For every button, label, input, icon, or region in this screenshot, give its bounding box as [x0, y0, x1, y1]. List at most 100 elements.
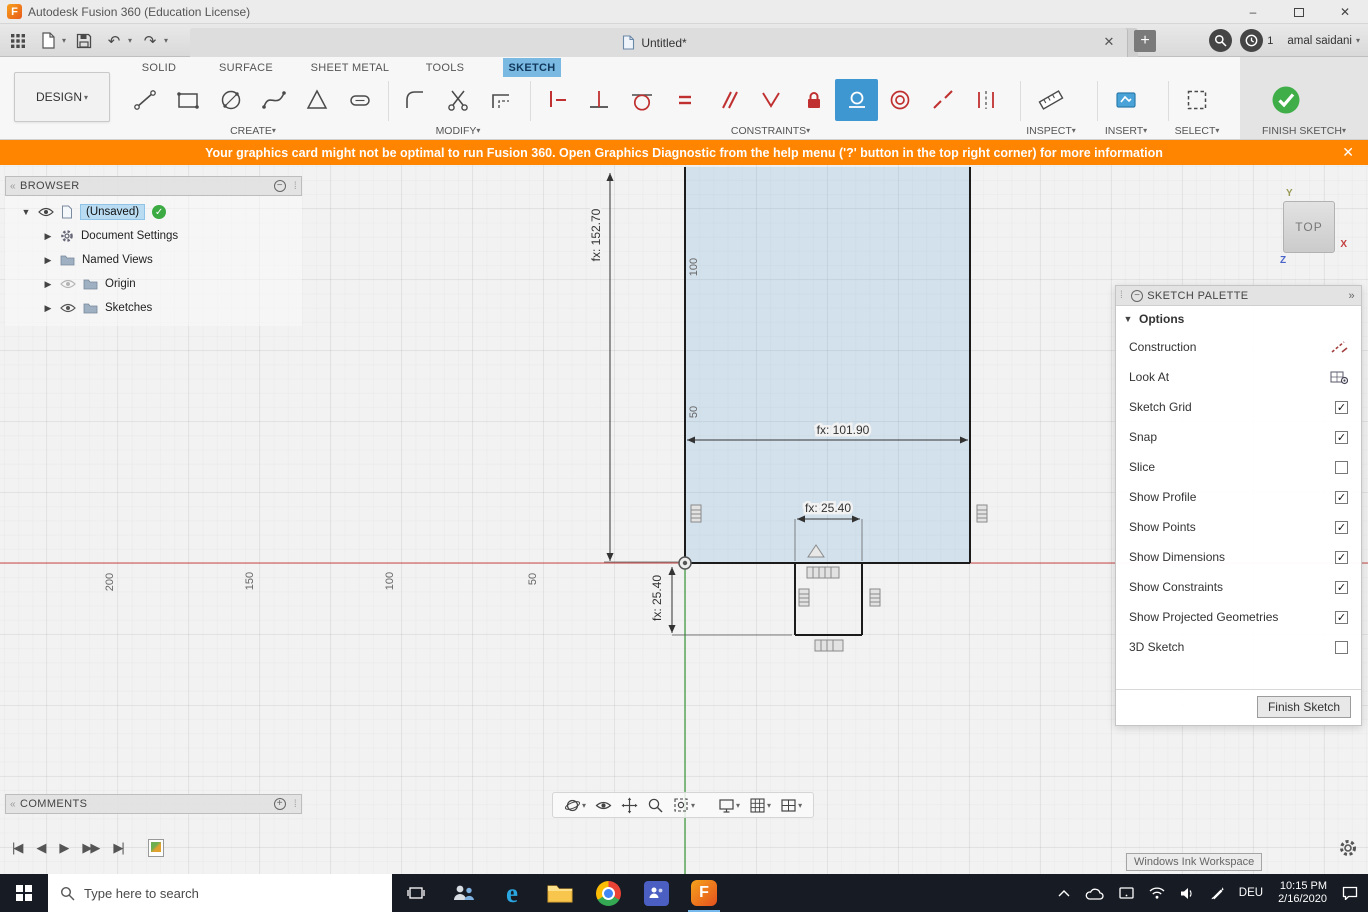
view-cube[interactable]: TOP Y X Z	[1280, 188, 1347, 266]
tab-close-icon[interactable]: ✕	[1101, 34, 1117, 50]
tablet-mode-icon[interactable]	[1119, 887, 1134, 899]
browser-root-label[interactable]: (Unsaved)	[80, 204, 146, 220]
onedrive-cloud-icon[interactable]	[1085, 887, 1104, 900]
settings-gear-button[interactable]	[1338, 838, 1358, 858]
start-button[interactable]	[0, 874, 48, 912]
look-at-button[interactable]	[592, 795, 615, 816]
language-indicator[interactable]: DEU	[1239, 887, 1263, 899]
save-icon[interactable]	[72, 29, 96, 53]
wifi-icon[interactable]	[1149, 887, 1165, 899]
browser-item-sketches[interactable]: ▶ Sketches	[5, 296, 302, 320]
parallel-constraint-button[interactable]	[706, 79, 749, 121]
symmetry-constraint-button[interactable]	[964, 79, 1007, 121]
timeline-step-back-button[interactable]: ◀	[32, 838, 48, 858]
orbit-button[interactable]: ▾	[561, 795, 589, 816]
tab-sketch[interactable]: SKETCH	[503, 58, 561, 77]
palette-option-show-points[interactable]: Show Points	[1116, 512, 1361, 542]
taskbar-app-people[interactable]	[440, 874, 488, 912]
eye-icon[interactable]	[60, 303, 76, 313]
notifications-button[interactable]	[1240, 29, 1264, 52]
timeline-step-forward-button[interactable]: ▶▶	[78, 838, 102, 858]
dimension-slot-width-label[interactable]: fx: 25.40	[802, 499, 853, 518]
file-menu-icon[interactable]	[36, 29, 60, 53]
origin-point[interactable]	[678, 556, 692, 570]
collapsed-triangle-icon[interactable]: ▶	[43, 255, 53, 266]
fillet-tool-button[interactable]	[393, 79, 436, 121]
undo-caret-icon[interactable]: ▾	[128, 36, 132, 45]
minimize-button[interactable]: –	[1230, 0, 1276, 24]
line-tool-button[interactable]	[123, 79, 166, 121]
palette-option-sketch-grid[interactable]: Sketch Grid	[1116, 392, 1361, 422]
rectangle-tool-button[interactable]	[166, 79, 209, 121]
circle-tool-button[interactable]	[209, 79, 252, 121]
fix-lock-constraint-button[interactable]	[792, 79, 835, 121]
new-tab-button[interactable]: +	[1134, 30, 1156, 52]
browser-item-origin[interactable]: ▶ Origin	[5, 272, 302, 296]
finish-sketch-footer-button[interactable]: Finish Sketch	[1256, 696, 1351, 718]
measure-tool-button[interactable]	[1029, 79, 1072, 121]
tab-tools[interactable]: TOOLS	[420, 58, 470, 77]
browser-item-named-views[interactable]: ▶ Named Views	[5, 248, 302, 272]
concentric-constraint-button[interactable]	[878, 79, 921, 121]
tab-sheet-metal[interactable]: SHEET METAL	[306, 58, 394, 77]
tab-surface[interactable]: SURFACE	[212, 58, 280, 77]
pan-button[interactable]	[618, 795, 641, 816]
expand-triangle-icon[interactable]: ▼	[21, 207, 31, 217]
dimension-height-label[interactable]: fx: 152.70	[587, 206, 606, 264]
collinear-constraint-button[interactable]	[921, 79, 964, 121]
taskbar-search-input[interactable]	[84, 885, 334, 901]
sketch-palette-header[interactable]: ⁞ − SKETCH PALETTE »	[1116, 286, 1361, 306]
panel-grip-icon[interactable]: ⁞	[294, 799, 297, 810]
offset-tool-button[interactable]	[479, 79, 522, 121]
timeline-skip-end-button[interactable]: ▶|	[109, 838, 126, 858]
task-view-button[interactable]	[392, 874, 440, 912]
slot-tool-button[interactable]	[338, 79, 381, 121]
group-finish-sketch[interactable]: FINISH SKETCH ▾	[1240, 123, 1368, 138]
zoom-button[interactable]	[644, 795, 667, 816]
select-tool-button[interactable]	[1175, 79, 1218, 121]
palette-option-show-profile[interactable]: Show Profile	[1116, 482, 1361, 512]
sketch-canvas[interactable]: fx: 152.70 fx: 101.90 fx: 25.40 fx: 25.4…	[0, 165, 1368, 874]
polygon-tool-button[interactable]	[295, 79, 338, 121]
windows-ink-pen-icon[interactable]	[1210, 886, 1224, 900]
show-projected-geometries-checkbox[interactable]	[1335, 610, 1348, 624]
section-expanded-triangle-icon[interactable]: ▼	[1123, 314, 1133, 324]
show-profile-checkbox[interactable]	[1335, 490, 1348, 504]
workspace-selector[interactable]: DESIGN ▾	[14, 72, 110, 122]
close-button[interactable]: ✕	[1322, 0, 1368, 24]
panel-minimize-icon[interactable]: −	[273, 180, 286, 192]
3d-sketch-checkbox[interactable]	[1335, 640, 1348, 654]
dimension-slot-height[interactable]: fx: 25.40	[648, 567, 792, 636]
midpoint-constraint-button-selected[interactable]	[835, 79, 878, 121]
maximize-button[interactable]	[1276, 0, 1322, 24]
user-menu-caret-icon[interactable]: ▾	[1356, 36, 1360, 45]
comments-panel-header[interactable]: « COMMENTS + ⁞	[5, 794, 302, 814]
snap-checkbox[interactable]	[1335, 430, 1348, 444]
document-tab[interactable]: Untitled* ✕	[190, 28, 1128, 57]
viewports-button[interactable]: ▾	[777, 795, 805, 816]
show-dimensions-checkbox[interactable]	[1335, 550, 1348, 564]
timeline-skip-start-button[interactable]: |◀	[8, 838, 25, 858]
app-grid-menu-icon[interactable]	[6, 29, 30, 53]
palette-option-3d-sketch[interactable]: 3D Sketch	[1116, 632, 1361, 662]
redo-caret-icon[interactable]: ▾	[164, 36, 168, 45]
grid-snap-button[interactable]: ▾	[746, 795, 774, 816]
sketch-grid-checkbox[interactable]	[1335, 400, 1348, 414]
timeline-sketch-feature-icon[interactable]	[147, 839, 164, 857]
redo-icon[interactable]: ↷	[138, 29, 162, 53]
palette-option-look-at[interactable]: Look At	[1116, 362, 1361, 392]
palette-option-snap[interactable]: Snap	[1116, 422, 1361, 452]
dimension-width-label[interactable]: fx: 101.90	[814, 421, 872, 440]
insert-tool-button[interactable]	[1104, 79, 1147, 121]
collapse-left-icon[interactable]: «	[10, 799, 16, 810]
show-points-checkbox[interactable]	[1335, 520, 1348, 534]
viewports-caret-icon[interactable]: ▾	[798, 801, 802, 810]
dimension-height[interactable]: fx: 152.70	[587, 173, 682, 563]
group-modify[interactable]: MODIFY ▾	[393, 123, 523, 138]
palette-option-show-dimensions[interactable]: Show Dimensions	[1116, 542, 1361, 572]
taskbar-app-file-explorer[interactable]	[536, 874, 584, 912]
collapsed-triangle-icon[interactable]: ▶	[43, 303, 53, 314]
display-settings-caret-icon[interactable]: ▾	[736, 801, 740, 810]
user-name[interactable]: amal saidani	[1287, 35, 1352, 47]
palette-minimize-icon[interactable]: −	[1131, 289, 1144, 302]
